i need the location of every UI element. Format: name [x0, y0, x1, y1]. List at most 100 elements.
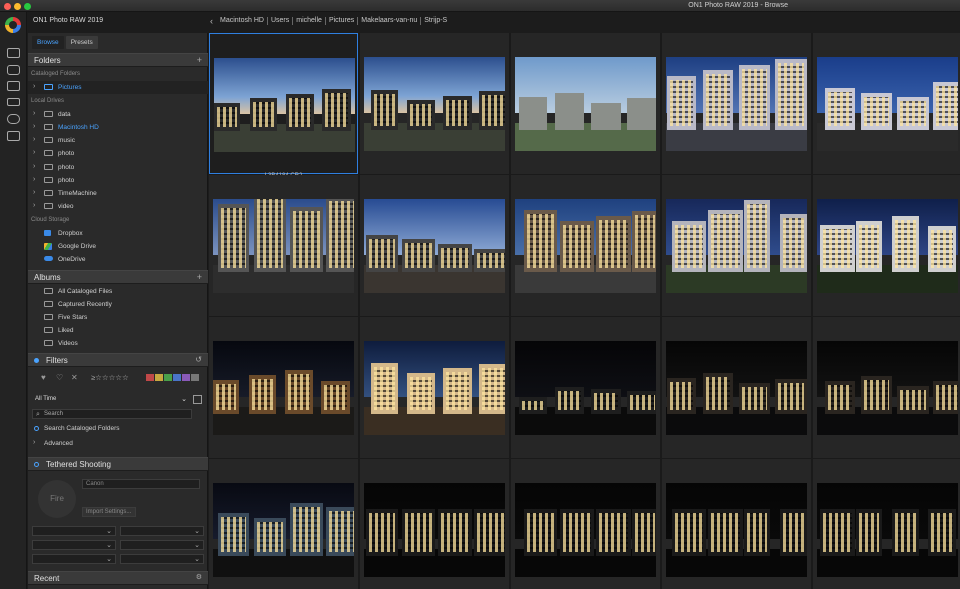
photo-thumbnail[interactable] [364, 341, 505, 435]
photo-thumbnail[interactable] [364, 483, 505, 577]
album-item[interactable]: All Cataloged Files [28, 285, 208, 298]
drive-item[interactable]: › photo [28, 174, 208, 187]
import-settings-button[interactable]: Import Settings... [82, 507, 136, 517]
color-swatch-yellow[interactable] [155, 374, 163, 381]
chevron-right-icon[interactable]: › [33, 202, 35, 209]
color-swatch-none[interactable] [191, 374, 199, 381]
color-swatch-blue[interactable] [173, 374, 181, 381]
photo-thumbnail[interactable] [817, 483, 958, 577]
reject-x-icon[interactable]: ✕ [71, 373, 78, 382]
fire-button[interactable]: Fire [38, 480, 76, 518]
thumbnail-cell[interactable] [813, 459, 960, 589]
thumbnail-cell[interactable] [511, 459, 660, 589]
tether-setting-select[interactable]: ⌄ [120, 554, 204, 564]
heart-icon[interactable]: ♥ [41, 373, 46, 382]
drive-item[interactable]: › music [28, 134, 208, 147]
camera-field[interactable]: Canon [82, 479, 200, 489]
thumbnail-cell[interactable] [360, 175, 509, 316]
breadcrumb-item[interactable]: michelle [293, 17, 326, 25]
drive-item[interactable]: › Macintosh HD [28, 121, 208, 134]
add-album-icon[interactable]: + [197, 272, 202, 282]
drive-icon[interactable] [7, 98, 20, 106]
tethered-section-header[interactable]: Tethered Shooting [28, 457, 208, 471]
settings-gear-icon[interactable]: ⚙ [196, 573, 202, 581]
tether-setting-select[interactable]: ⌄ [120, 526, 204, 536]
cloud-item-google-drive[interactable]: Google Drive [28, 240, 208, 253]
drive-item[interactable]: › photo [28, 161, 208, 174]
chevron-right-icon[interactable]: › [33, 176, 35, 183]
photo-thumbnail[interactable] [214, 58, 355, 152]
drive-item[interactable]: › video [28, 200, 208, 213]
chevron-right-icon[interactable]: › [33, 136, 35, 143]
thumbnail-cell[interactable] [662, 317, 811, 458]
photo-thumbnail[interactable] [515, 483, 656, 577]
advanced-toggle[interactable]: › Advanced [28, 437, 208, 450]
star-rating-filter[interactable]: ≥☆☆☆☆☆ [91, 373, 129, 382]
tethered-enable-toggle[interactable] [34, 462, 39, 467]
chevron-right-icon[interactable]: › [33, 110, 35, 117]
folder-item-pictures[interactable]: › Pictures [28, 81, 208, 94]
drive-item[interactable]: › TimeMachine [28, 187, 208, 200]
photo-thumbnail[interactable] [666, 199, 807, 293]
chevron-right-icon[interactable]: › [33, 149, 35, 156]
color-swatch-green[interactable] [164, 374, 172, 381]
color-label-filter[interactable] [146, 374, 199, 381]
thumbnail-cell[interactable] [360, 317, 509, 458]
thumbnail-cell[interactable] [360, 459, 509, 589]
breadcrumb-item[interactable]: Makelaars-van-nu [358, 17, 422, 25]
thumbnail-cell[interactable] [511, 317, 660, 458]
search-input[interactable]: ⌕ Search [32, 409, 192, 419]
photo-thumbnail[interactable] [817, 57, 958, 151]
thumbnail-cell[interactable] [511, 175, 660, 316]
thumbnail-cell[interactable] [662, 33, 811, 174]
photo-thumbnail[interactable] [213, 199, 354, 293]
cloud-item-onedrive[interactable]: OneDrive [28, 253, 208, 266]
filters-section-header[interactable]: Filters ↺ [28, 353, 208, 367]
color-swatch-purple[interactable] [182, 374, 190, 381]
breadcrumb-item[interactable]: Macintosh HD [217, 17, 268, 25]
thumbnail-cell[interactable] [209, 317, 358, 458]
chevron-right-icon[interactable]: › [33, 83, 35, 90]
photo-thumbnail[interactable] [515, 199, 656, 293]
breadcrumb-item[interactable]: Strijp-S [421, 17, 450, 25]
photo-thumbnail[interactable] [666, 483, 807, 577]
photo-thumbnail[interactable] [213, 483, 354, 577]
tether-setting-select[interactable]: ⌄ [32, 540, 116, 550]
tether-setting-select[interactable]: ⌄ [120, 540, 204, 550]
thumbnail-cell[interactable] [662, 459, 811, 589]
album-item[interactable]: Liked [28, 324, 208, 337]
search-cataloged-option[interactable]: Search Cataloged Folders [28, 422, 208, 435]
photo-thumbnail[interactable] [817, 199, 958, 293]
chevron-right-icon[interactable]: › [33, 123, 35, 130]
calendar-icon[interactable] [193, 395, 202, 404]
photo-thumbnail[interactable] [364, 57, 505, 151]
thumbnail-cell[interactable]: L3B4184.CR2 [209, 33, 358, 179]
photo-thumbnail[interactable] [515, 341, 656, 435]
color-swatch-red[interactable] [146, 374, 154, 381]
photo-thumbnail[interactable] [817, 341, 958, 435]
radio-icon[interactable] [34, 426, 39, 431]
back-chevron-icon[interactable]: ‹ [210, 16, 213, 26]
camera-icon[interactable] [7, 65, 20, 75]
cloud-item-dropbox[interactable]: Dropbox [28, 227, 208, 240]
folder-browse-icon[interactable] [7, 81, 20, 91]
recent-section-header[interactable]: Recent ⚙ [28, 571, 208, 585]
cloud-icon[interactable] [7, 114, 20, 124]
thumbnail-cell[interactable] [360, 33, 509, 174]
on1-logo-icon[interactable] [5, 17, 21, 33]
layers-icon[interactable] [7, 131, 20, 141]
tab-presets[interactable]: Presets [65, 36, 98, 49]
breadcrumb-item[interactable]: Users [268, 17, 294, 25]
thumbnail-cell[interactable] [209, 175, 358, 316]
thumbnail-cell[interactable] [209, 459, 358, 589]
albums-section-header[interactable]: Albums + [28, 270, 208, 284]
album-item[interactable]: Videos [28, 337, 208, 350]
thumbnail-cell[interactable] [813, 33, 960, 174]
photo-thumbnail[interactable] [213, 341, 354, 435]
album-item[interactable]: Five Stars [28, 311, 208, 324]
photo-thumbnail[interactable] [666, 57, 807, 151]
tether-setting-select[interactable]: ⌄ [32, 554, 116, 564]
filters-enable-toggle[interactable] [34, 358, 39, 363]
tab-browse[interactable]: Browse [32, 36, 64, 49]
tether-setting-select[interactable]: ⌄ [32, 526, 116, 536]
